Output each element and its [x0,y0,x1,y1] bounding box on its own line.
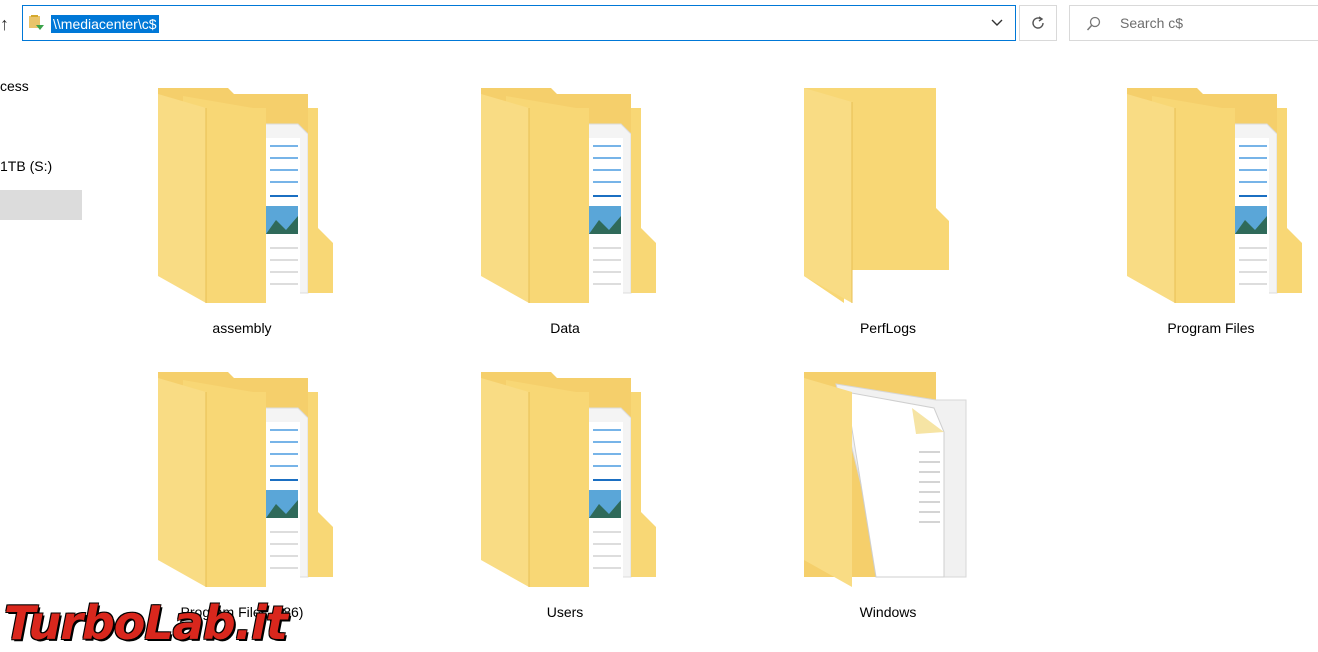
folder-perflogs[interactable]: PerfLogs [788,88,988,358]
folder-label: assembly [212,320,272,336]
folder-with-documents-icon [157,372,334,588]
folder-with-documents-icon [157,88,334,304]
folder-program-files[interactable]: Program Files [1111,88,1311,358]
nav-item-drive-s[interactable]: 1TB (S:) [0,158,52,174]
network-drive-icon [29,15,44,30]
folder-data[interactable]: Data [465,88,665,358]
nav-item-selected[interactable] [0,190,82,220]
address-path[interactable]: \\mediacenter\c$ [51,15,159,33]
navigation-bar: ↑ \\mediacenter\c$ Search c$ [0,0,1318,46]
folder-label: Users [546,604,584,620]
empty-folder-icon [803,88,950,304]
folder-assembly[interactable]: assembly [142,88,342,358]
folder-label: PerfLogs [859,320,917,336]
nav-item-quick-access[interactable]: cess [0,78,29,94]
folder-label: Data [550,320,580,336]
folder-with-documents-icon [480,88,657,304]
up-arrow-icon[interactable]: ↑ [0,10,14,38]
refresh-button[interactable] [1019,5,1057,41]
chevron-down-icon[interactable] [989,14,1005,32]
address-bar[interactable]: \\mediacenter\c$ [22,5,1016,41]
folder-with-documents-icon [1126,88,1303,304]
folder-label: Program Files [1167,320,1255,336]
folder-with-documents-icon [480,372,657,588]
turbolab-watermark: TurboLab.it [4,596,288,650]
search-placeholder[interactable]: Search c$ [1120,15,1183,31]
search-box[interactable]: Search c$ [1069,5,1318,41]
folder-with-files-icon [803,372,967,588]
folder-windows[interactable]: Windows [788,372,988,642]
refresh-icon [1032,16,1044,29]
search-icon [1086,16,1101,31]
folder-label: Windows [859,604,917,620]
folder-users[interactable]: Users [465,372,665,642]
